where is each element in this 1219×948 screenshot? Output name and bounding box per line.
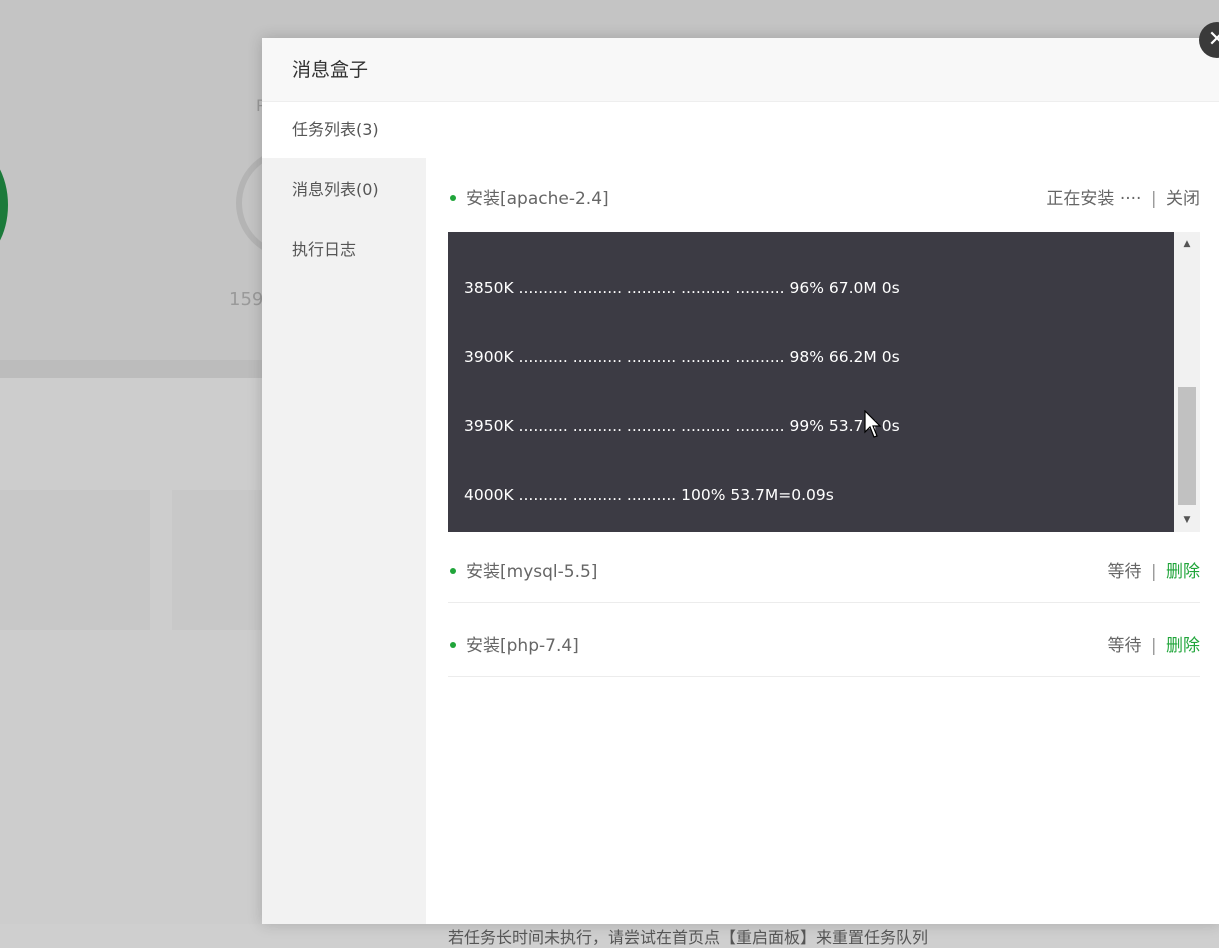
task-status: 正在安装 ···· — [1046, 189, 1142, 209]
install-log-console[interactable]: 3850K .......... .......... .......... .… — [448, 232, 1200, 849]
tab-execution-log[interactable]: 执行日志 — [262, 222, 426, 278]
bullet-dot-icon — [450, 567, 456, 574]
close-task-link[interactable]: 关闭 — [1166, 189, 1200, 209]
dialog-sidebar: 任务列表(3) 消息列表(0) 执行日志 — [262, 102, 426, 924]
task-list-panel: 安装[apache-2.4] 正在安装 ···· | 关闭 3850K ....… — [448, 102, 1204, 947]
bullet-dot-icon — [450, 194, 456, 201]
task-item-php: 安装[php-7.4] 等待 | 删除 — [448, 616, 1200, 677]
console-line: 3850K .......... .......... .......... .… — [464, 279, 900, 297]
console-line: 3950K .......... .......... .......... .… — [464, 417, 900, 435]
console-line: 正在下载安装包... — [464, 831, 588, 849]
tab-message-list[interactable]: 消息列表(0) — [262, 162, 426, 218]
action-separator: | — [1150, 636, 1157, 656]
task-actions: 等待 | 删除 — [1107, 616, 1200, 676]
console-line: 3900K .......... .......... .......... .… — [464, 348, 900, 366]
task-actions: 正在安装 ···· | 关闭 — [1046, 169, 1200, 229]
scroll-down-arrow-icon[interactable]: ▼ — [1174, 511, 1200, 529]
bullet-dot-icon — [450, 641, 456, 648]
delete-task-link[interactable]: 删除 — [1166, 562, 1200, 582]
scrollbar-thumb[interactable] — [1178, 387, 1196, 505]
task-name: 安装[php-7.4] — [466, 636, 579, 656]
message-box-dialog: 消息盒子 任务列表(3) 消息列表(0) 执行日志 安装[apache-2.4]… — [262, 38, 1219, 947]
action-separator: | — [1150, 189, 1157, 209]
task-actions: 等待 | 删除 — [1107, 542, 1200, 602]
action-separator: | — [1150, 562, 1157, 582]
task-name: 安装[apache-2.4] — [466, 189, 609, 209]
delete-task-link[interactable]: 删除 — [1166, 636, 1200, 656]
console-line: 正在更改PHP上传路径... — [464, 762, 634, 780]
mouse-cursor-icon — [864, 410, 882, 438]
task-item-mysql: 安装[mysql-5.5] 等待 | 删除 — [448, 542, 1200, 603]
background-card — [0, 490, 150, 630]
background-card — [172, 490, 262, 630]
task-status: 等待 — [1107, 636, 1142, 656]
task-status: 等待 — [1107, 562, 1142, 582]
scroll-up-arrow-icon[interactable]: ▲ — [1174, 235, 1200, 253]
console-line: 4000K .......... .......... .......... 1… — [464, 486, 834, 504]
task-queue-hint: 若任务长时间未执行，请尝试在首页点【重启面板】来重置任务队列 — [448, 928, 929, 947]
console-scrollbar[interactable]: ▲ ▼ — [1174, 232, 1200, 532]
tab-task-list[interactable]: 任务列表(3) — [262, 102, 426, 158]
task-item-apache: 安装[apache-2.4] 正在安装 ···· | 关闭 — [448, 169, 1200, 229]
dialog-title: 消息盒子 — [262, 38, 1219, 102]
background-value: 159 — [229, 289, 264, 310]
task-name: 安装[mysql-5.5] — [466, 562, 598, 582]
